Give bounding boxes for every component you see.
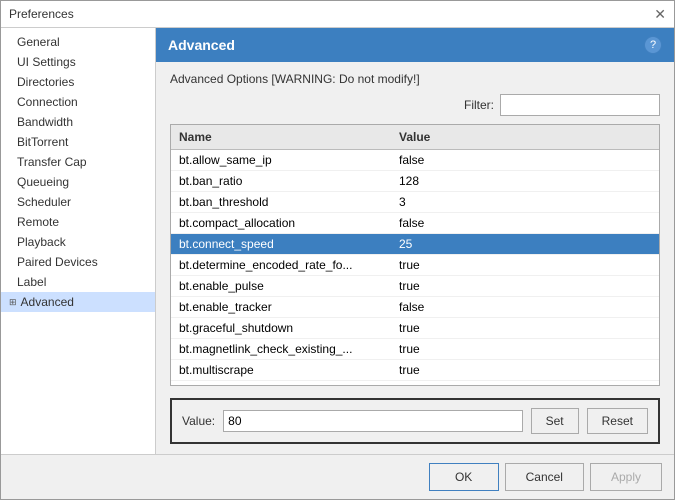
table-row[interactable]: bt.no_connect_to_servicestrue <box>171 381 659 385</box>
sidebar-item-label: General <box>17 35 60 49</box>
content-header-title: Advanced <box>168 37 235 53</box>
row-value-cell: 25 <box>391 234 659 254</box>
row-value-cell: true <box>391 381 659 385</box>
content-panel: Advanced ? Advanced Options [WARNING: Do… <box>156 28 674 454</box>
table-body: bt.allow_same_ipfalsebt.ban_ratio128bt.b… <box>171 150 659 385</box>
row-name-cell: bt.no_connect_to_services <box>171 381 391 385</box>
table-row[interactable]: bt.ban_threshold3 <box>171 192 659 213</box>
row-value-cell: true <box>391 360 659 380</box>
filter-input[interactable] <box>500 94 660 116</box>
cancel-button[interactable]: Cancel <box>505 463 584 491</box>
value-label: Value: <box>182 414 215 428</box>
sidebar-item-directories[interactable]: Directories <box>1 72 155 92</box>
content-header: Advanced ? <box>156 28 674 62</box>
sidebar-item-label: Connection <box>17 95 78 109</box>
row-value-cell: true <box>391 339 659 359</box>
row-name-cell: bt.connect_speed <box>171 234 391 254</box>
sidebar-item-remote[interactable]: Remote <box>1 212 155 232</box>
table-row[interactable]: bt.compact_allocationfalse <box>171 213 659 234</box>
sidebar-item-label: UI Settings <box>17 55 76 69</box>
row-name-cell: bt.multiscrape <box>171 360 391 380</box>
table-row[interactable]: bt.ban_ratio128 <box>171 171 659 192</box>
sidebar-item-scheduler[interactable]: Scheduler <box>1 192 155 212</box>
ok-button[interactable]: OK <box>429 463 499 491</box>
sidebar-item-label: Paired Devices <box>17 255 98 269</box>
sidebar-item-playback[interactable]: Playback <box>1 232 155 252</box>
row-name-cell: bt.ban_threshold <box>171 192 391 212</box>
sidebar-item-queueing[interactable]: Queueing <box>1 172 155 192</box>
close-button[interactable]: ✕ <box>654 7 666 21</box>
sidebar-item-label: Transfer Cap <box>17 155 87 169</box>
footer: OK Cancel Apply <box>1 454 674 499</box>
row-value-cell: true <box>391 318 659 338</box>
sidebar-item-label: Label <box>17 275 46 289</box>
table-row[interactable]: bt.multiscrapetrue <box>171 360 659 381</box>
sidebar-item-connection[interactable]: Connection <box>1 92 155 112</box>
row-name-cell: bt.allow_same_ip <box>171 150 391 170</box>
row-value-cell: true <box>391 255 659 275</box>
value-input[interactable] <box>223 410 522 432</box>
preferences-window: Preferences ✕ General UI Settings Director… <box>0 0 675 500</box>
sidebar-item-label: Scheduler <box>17 195 71 209</box>
sidebar-item-label: Remote <box>17 215 59 229</box>
sidebar-item-general[interactable]: General <box>1 32 155 52</box>
table-row[interactable]: bt.allow_same_ipfalse <box>171 150 659 171</box>
table-header: Name Value <box>171 125 659 150</box>
sidebar-item-paired-devices[interactable]: Paired Devices <box>1 252 155 272</box>
sidebar-item-label: Queueing <box>17 175 69 189</box>
sidebar-item-advanced[interactable]: ⊞ Advanced <box>1 292 155 312</box>
sidebar-item-label: Playback <box>17 235 66 249</box>
sidebar-item-label: BitTorrent <box>17 135 68 149</box>
filter-label: Filter: <box>464 98 494 112</box>
row-value-cell: 128 <box>391 171 659 191</box>
table-row[interactable]: bt.graceful_shutdowntrue <box>171 318 659 339</box>
sidebar-item-bittorrent[interactable]: BitTorrent <box>1 132 155 152</box>
content-body: Advanced Options [WARNING: Do not modify… <box>156 62 674 454</box>
filter-row: Filter: <box>170 94 660 116</box>
sidebar: General UI Settings Directories Connection B… <box>1 28 156 454</box>
warning-text: Advanced Options [WARNING: Do not modify… <box>170 72 660 86</box>
help-button[interactable]: ? <box>644 36 662 54</box>
row-value-cell: false <box>391 150 659 170</box>
table-row[interactable]: bt.connect_speed25 <box>171 234 659 255</box>
table-row[interactable]: bt.determine_encoded_rate_fo...true <box>171 255 659 276</box>
table-row[interactable]: bt.enable_pulsetrue <box>171 276 659 297</box>
table-row[interactable]: bt.enable_trackerfalse <box>171 297 659 318</box>
table-row[interactable]: bt.magnetlink_check_existing_...true <box>171 339 659 360</box>
row-value-cell: 3 <box>391 192 659 212</box>
row-name-cell: bt.ban_ratio <box>171 171 391 191</box>
col-name-header: Name <box>171 128 391 146</box>
reset-button[interactable]: Reset <box>587 408 648 434</box>
title-bar: Preferences ✕ <box>1 1 674 28</box>
sidebar-item-label: Bandwidth <box>17 115 73 129</box>
row-name-cell: bt.magnetlink_check_existing_... <box>171 339 391 359</box>
row-name-cell: bt.enable_tracker <box>171 297 391 317</box>
sidebar-item-bandwidth[interactable]: Bandwidth <box>1 112 155 132</box>
row-value-cell: true <box>391 276 659 296</box>
set-button[interactable]: Set <box>531 408 579 434</box>
sidebar-item-ui-settings[interactable]: UI Settings <box>1 52 155 72</box>
window-body: General UI Settings Directories Connection B… <box>1 28 674 454</box>
col-value-header: Value <box>391 128 659 146</box>
sidebar-item-label[interactable]: Label <box>1 272 155 292</box>
options-table: Name Value bt.allow_same_ipfalsebt.ban_r… <box>170 124 660 386</box>
sidebar-item-label: Advanced <box>21 295 74 309</box>
row-value-cell: false <box>391 297 659 317</box>
row-name-cell: bt.enable_pulse <box>171 276 391 296</box>
value-section: Value: Set Reset <box>170 398 660 444</box>
window-title: Preferences <box>9 7 74 21</box>
apply-button[interactable]: Apply <box>590 463 662 491</box>
row-value-cell: false <box>391 213 659 233</box>
expand-icon: ⊞ <box>9 297 17 308</box>
sidebar-item-label: Directories <box>17 75 74 89</box>
row-name-cell: bt.determine_encoded_rate_fo... <box>171 255 391 275</box>
row-name-cell: bt.graceful_shutdown <box>171 318 391 338</box>
row-name-cell: bt.compact_allocation <box>171 213 391 233</box>
sidebar-item-transfer-cap[interactable]: Transfer Cap <box>1 152 155 172</box>
